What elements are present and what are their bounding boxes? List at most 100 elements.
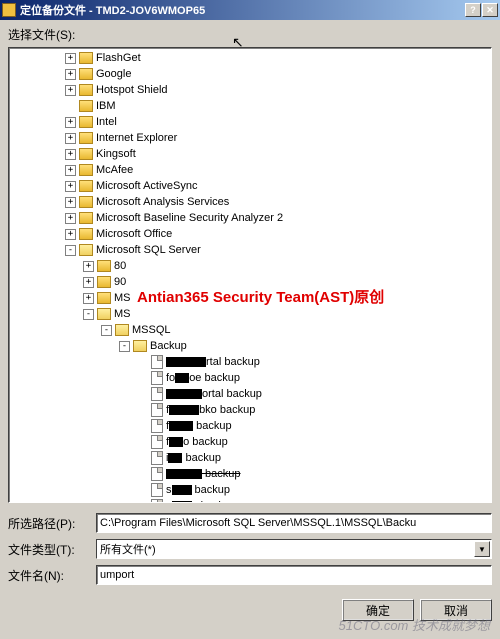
collapse-icon[interactable]: - (65, 245, 76, 256)
folder-item[interactable]: - Microsoft SQL Server (11, 242, 489, 258)
titlebar: 定位备份文件 - TMD2-JOV6WMOP65 ? ✕ (0, 0, 500, 20)
expand-icon[interactable]: + (65, 117, 76, 128)
node-label: Microsoft ActiveSync (96, 178, 197, 194)
select-file-label: 选择文件(S): (8, 26, 492, 43)
file-item[interactable]: ortal backup (11, 386, 489, 402)
file-icon (151, 355, 163, 369)
folder-item[interactable]: + Hotspot Shield (11, 82, 489, 98)
expand-icon[interactable]: + (65, 69, 76, 80)
folder-item[interactable]: - MSSQL (11, 322, 489, 338)
folder-item[interactable]: +80 (11, 258, 489, 274)
file-item[interactable]: i backup (11, 450, 489, 466)
file-item[interactable]: ns backup (11, 498, 489, 503)
file-item[interactable]: rtal backup (11, 354, 489, 370)
expand-icon[interactable]: + (65, 197, 76, 208)
close-button[interactable]: ✕ (482, 3, 498, 17)
node-label: Internet Explorer (96, 130, 177, 146)
filetype-value: 所有文件(*) (100, 541, 156, 557)
folder-open-icon (115, 324, 129, 336)
expand-icon[interactable]: + (65, 181, 76, 192)
file-tree[interactable]: +FlashGet+Google+Hotspot ShieldIBM+Intel… (8, 47, 492, 503)
folder-item[interactable]: -MS (11, 306, 489, 322)
file-item[interactable]: fooe backup (11, 370, 489, 386)
folder-item[interactable]: +90 (11, 274, 489, 290)
chevron-down-icon[interactable]: ▼ (474, 541, 490, 557)
redacted-text (172, 501, 192, 503)
folder-icon (97, 260, 111, 272)
expand-icon[interactable]: + (83, 261, 94, 272)
node-label: Intel (96, 114, 117, 130)
file-icon (151, 499, 163, 503)
folder-item[interactable]: +McAfee (11, 162, 489, 178)
expand-icon[interactable]: + (65, 229, 76, 240)
expand-icon[interactable]: + (65, 133, 76, 144)
redacted-text (169, 421, 193, 431)
folder-icon (79, 68, 93, 80)
node-label: MSSQL (132, 322, 171, 338)
folder-icon (79, 196, 93, 208)
expand-icon[interactable]: + (65, 149, 76, 160)
folder-item[interactable]: +Microsoft Baseline Security Analyzer 2 (11, 210, 489, 226)
filename-input[interactable] (96, 565, 492, 585)
collapse-icon[interactable]: - (101, 325, 112, 336)
node-label: Microsoft Analysis Services (96, 194, 229, 210)
folder-item[interactable]: + Microsoft Analysis Services (11, 194, 489, 210)
help-button[interactable]: ? (465, 3, 481, 17)
redacted-text (172, 485, 192, 495)
folder-item[interactable]: + Microsoft Office (11, 226, 489, 242)
node-label: Hotspot Shield (96, 82, 168, 98)
expand-icon[interactable]: + (65, 213, 76, 224)
folder-item[interactable]: + Intel (11, 114, 489, 130)
file-item[interactable]: backup (11, 466, 489, 482)
folder-item[interactable]: + FlashGet (11, 50, 489, 66)
node-label: Microsoft Office (96, 226, 172, 242)
node-label: FlashGet (96, 50, 141, 66)
file-icon (151, 371, 163, 385)
file-icon (151, 387, 163, 401)
folder-item[interactable]: + Internet Explorer (11, 130, 489, 146)
filetype-label: 文件类型(T): (8, 541, 88, 558)
file-icon (151, 483, 163, 497)
file-item[interactable]: fbko backup (11, 402, 489, 418)
redacted-text (169, 405, 199, 415)
folder-item[interactable]: +Kingsoft (11, 146, 489, 162)
node-label: 80 (114, 258, 126, 274)
path-label: 所选路径(P): (8, 515, 88, 532)
expand-icon[interactable]: + (65, 85, 76, 96)
node-label: 90 (114, 274, 126, 290)
file-icon (151, 467, 163, 481)
folder-icon (79, 100, 93, 112)
folder-open-icon (79, 244, 93, 256)
folder-icon (79, 84, 93, 96)
collapse-icon[interactable]: - (119, 341, 130, 352)
file-item[interactable]: fo backup (11, 434, 489, 450)
folder-item[interactable]: IBM (11, 98, 489, 114)
file-icon (151, 403, 163, 417)
folder-item[interactable]: + Microsoft ActiveSync (11, 178, 489, 194)
redacted-text (166, 469, 202, 479)
expand-icon[interactable]: + (65, 53, 76, 64)
expand-icon[interactable]: + (65, 165, 76, 176)
filename-label: 文件名(N): (8, 567, 88, 584)
filetype-select[interactable]: 所有文件(*) ▼ (96, 539, 492, 559)
folder-item[interactable]: +Google (11, 66, 489, 82)
node-label: fooe backup (166, 370, 240, 386)
ok-button[interactable]: 确定 (342, 599, 414, 621)
node-label: Microsoft SQL Server (96, 242, 201, 258)
path-input[interactable] (96, 513, 492, 533)
folder-item[interactable]: -Backup (11, 338, 489, 354)
file-item[interactable]: s backup (11, 482, 489, 498)
file-item[interactable]: f backup (11, 418, 489, 434)
folder-item[interactable]: +MS (11, 290, 489, 306)
node-label: s backup (166, 482, 230, 498)
expand-icon[interactable]: + (83, 293, 94, 304)
collapse-icon[interactable]: - (83, 309, 94, 320)
folder-icon (97, 276, 111, 288)
node-label: ns backup (166, 498, 236, 503)
node-label: IBM (96, 98, 116, 114)
expand-icon[interactable]: + (83, 277, 94, 288)
folder-open-icon (97, 308, 111, 320)
folder-icon (79, 132, 93, 144)
node-label: i backup (166, 450, 221, 466)
cancel-button[interactable]: 取消 (420, 599, 492, 621)
